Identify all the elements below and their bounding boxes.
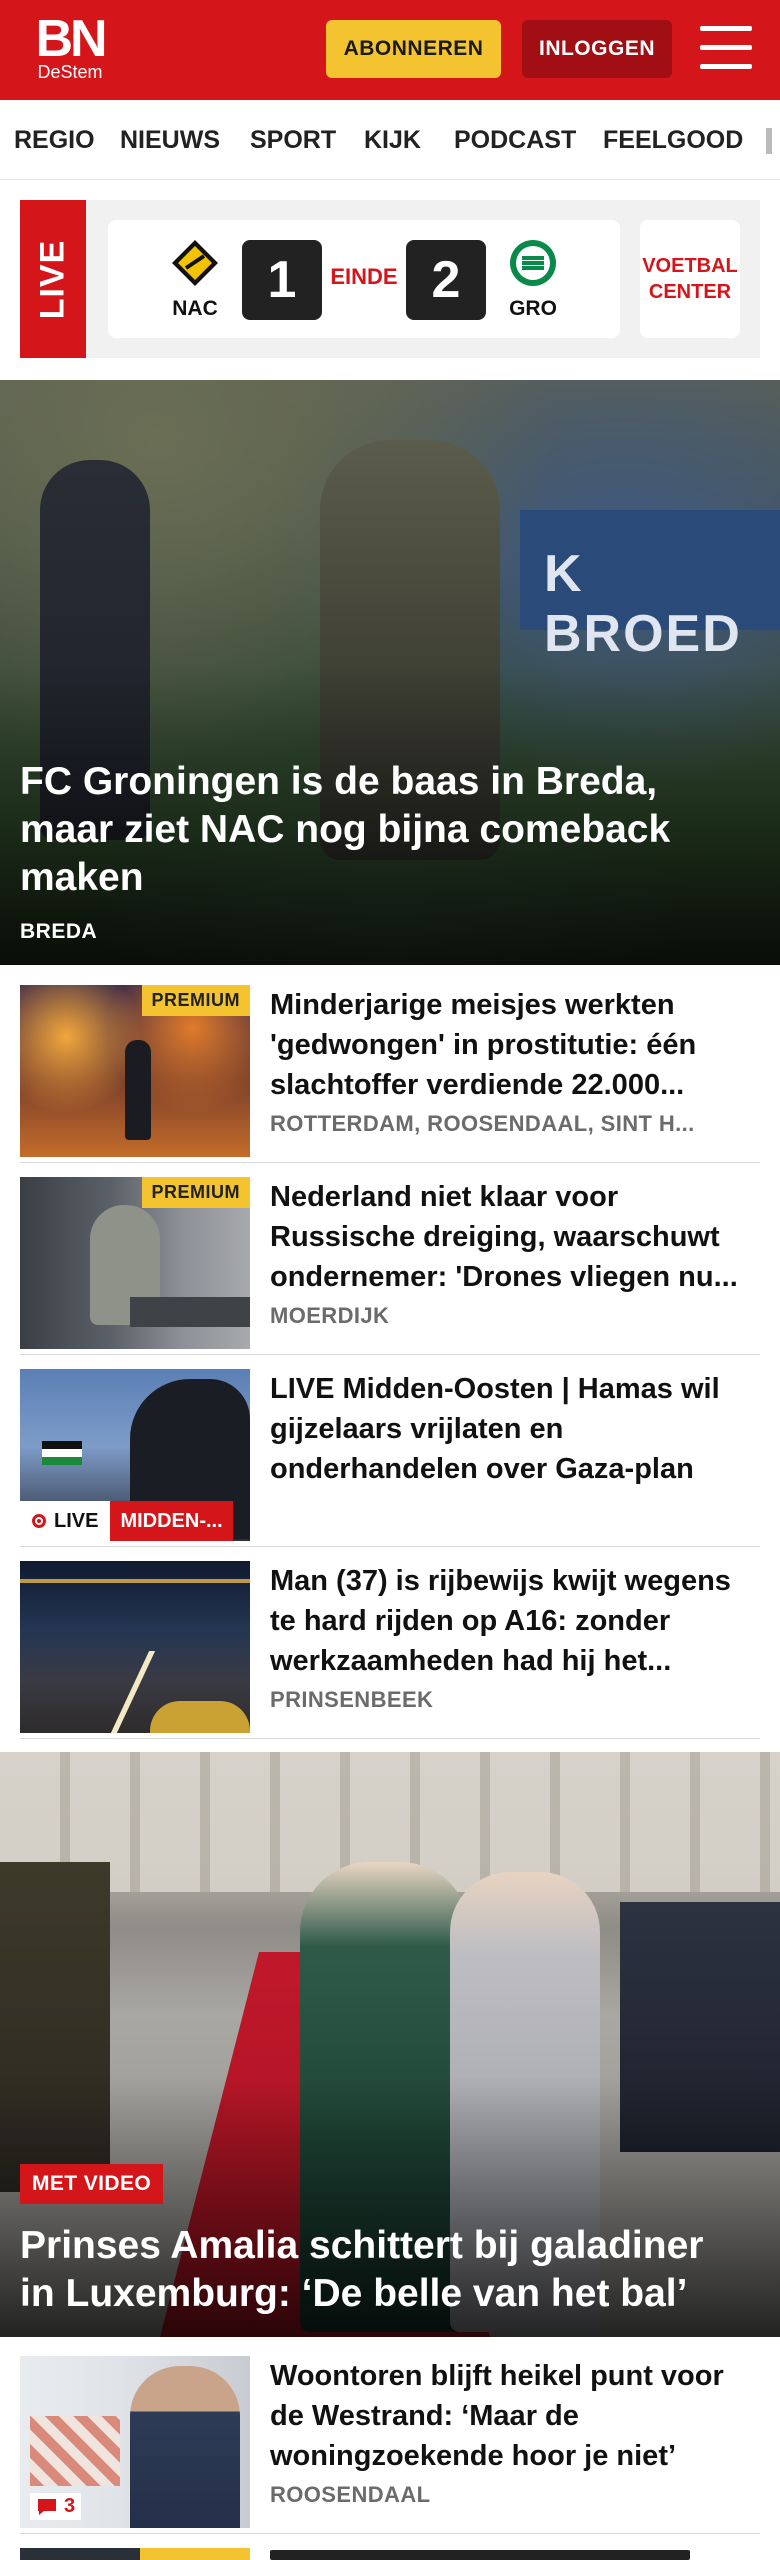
next-article-title-peek <box>270 2550 690 2560</box>
next-article-thumbnail-peek <box>20 2548 250 2560</box>
live-chip-label: LIVE <box>54 1509 99 1532</box>
site-header: BN DeStem ABONNEREN INLOGGEN <box>0 0 780 100</box>
list-item[interactable]: PREMIUM Nederland niet klaar voor Russis… <box>20 1177 760 1355</box>
main-nav: REGIO NIEUWS SPORT KIJK PODCAST FEELGOOD <box>0 100 780 180</box>
live-dot-icon <box>32 1514 46 1528</box>
premium-badge: PREMIUM <box>141 1177 250 1208</box>
nav-item-feelgood[interactable]: FEELGOOD <box>603 126 743 155</box>
away-team: GRO <box>498 238 568 321</box>
photo-drones-table <box>130 1297 250 1327</box>
live-score-widget: LIVE NAC 1 EINDE 2 GRO VOETBAL CENTER <box>20 200 760 358</box>
match-status: EINDE <box>330 264 398 289</box>
home-team-abbr: NAC <box>172 297 218 320</box>
article-thumbnail <box>20 1561 250 1733</box>
article-thumbnail: 3 <box>20 2356 250 2528</box>
photo-person <box>130 2366 240 2528</box>
comment-count-value: 3 <box>64 2495 76 2517</box>
photo-map-render <box>30 2416 120 2486</box>
list-item[interactable]: Man (37) is rijbewijs kwijt wegens te ha… <box>20 1561 760 1739</box>
nav-item-regio[interactable]: REGIO <box>14 126 95 155</box>
comment-icon <box>38 2498 56 2515</box>
article-title[interactable]: Minderjarige meisjes werkten 'gedwongen'… <box>270 985 760 1105</box>
nav-overflow-hint <box>766 128 772 154</box>
premium-badge-peek <box>140 2548 250 2560</box>
article-thumbnail: PREMIUM <box>20 1177 250 1349</box>
article-thumbnail: LIVE MIDDEN-... <box>20 1369 250 1541</box>
logo-sub-text: DeStem <box>37 62 103 82</box>
stadium-ad-board: K BROED <box>520 510 780 663</box>
groningen-crest-icon <box>510 240 556 286</box>
away-score: 2 <box>406 240 486 320</box>
article-title[interactable]: Man (37) is rijbewijs kwijt wegens te ha… <box>270 1561 760 1681</box>
menu-icon[interactable] <box>700 26 752 70</box>
live-section-chip: LIVE MIDDEN-... <box>20 1501 233 1541</box>
article-location: PRINSENBEEK <box>270 1687 434 1712</box>
article-location: ROOSENDAAL <box>270 2482 431 2507</box>
photo-silhouette <box>125 1040 151 1140</box>
hero-location-label: BREDA <box>20 920 98 943</box>
article-location: ROTTERDAM, ROOSENDAAL, SINT H... <box>270 1111 695 1136</box>
hero-title[interactable]: FC Groningen is de baas in Breda, maar z… <box>20 758 740 902</box>
photo-flag <box>42 1441 82 1465</box>
nav-item-kijk[interactable]: KIJK <box>364 126 421 155</box>
list-item[interactable]: PREMIUM Minderjarige meisjes werkten 'ge… <box>20 985 760 1163</box>
list-item[interactable]: 3 Woontoren blijft heikel punt voor de W… <box>20 2356 760 2534</box>
nac-crest-icon <box>172 240 218 286</box>
video-badge: MET VIDEO <box>20 2164 164 2204</box>
nav-item-nieuws[interactable]: NIEUWS <box>120 126 220 155</box>
comment-count[interactable]: 3 <box>30 2493 82 2520</box>
match-score-card[interactable]: NAC 1 EINDE 2 GRO <box>108 220 620 338</box>
voetbal-center-button[interactable]: VOETBAL CENTER <box>640 220 740 338</box>
subscribe-button[interactable]: ABONNEREN <box>326 20 501 78</box>
hero-article-football[interactable]: K BROED FC Groningen is de baas in Breda… <box>0 380 780 965</box>
article-title[interactable]: LIVE Midden-Oosten | Hamas wil gijzelaar… <box>270 1369 760 1489</box>
article-thumbnail: PREMIUM <box>20 985 250 1157</box>
hero-title[interactable]: Prinses Amalia schittert bij galadiner i… <box>20 2222 740 2318</box>
live-label: LIVE <box>20 200 86 358</box>
site-logo[interactable]: BN DeStem <box>28 10 112 82</box>
home-score: 1 <box>242 240 322 320</box>
away-team-abbr: GRO <box>509 297 557 320</box>
login-button[interactable]: INLOGGEN <box>522 20 672 78</box>
article-title[interactable]: Woontoren blijft heikel punt voor de Wes… <box>270 2356 760 2476</box>
article-location: MOERDIJK <box>270 1303 390 1328</box>
nav-item-sport[interactable]: SPORT <box>250 126 336 155</box>
section-chip-label: MIDDEN-... <box>110 1501 233 1541</box>
logo-main-text: BN <box>35 10 107 68</box>
photo-vehicle <box>150 1701 250 1733</box>
home-team: NAC <box>160 238 230 321</box>
article-title[interactable]: Nederland niet klaar voor Russische drei… <box>270 1177 760 1297</box>
photo-road-line <box>110 1651 156 1733</box>
photo-lights <box>20 1579 250 1583</box>
list-item[interactable]: LIVE MIDDEN-... LIVE Midden-Oosten | Ham… <box>20 1369 760 1547</box>
nav-item-podcast[interactable]: PODCAST <box>454 126 576 155</box>
hero-article-amalia[interactable]: MET VIDEO Prinses Amalia schittert bij g… <box>0 1752 780 2337</box>
premium-badge: PREMIUM <box>141 985 250 1016</box>
